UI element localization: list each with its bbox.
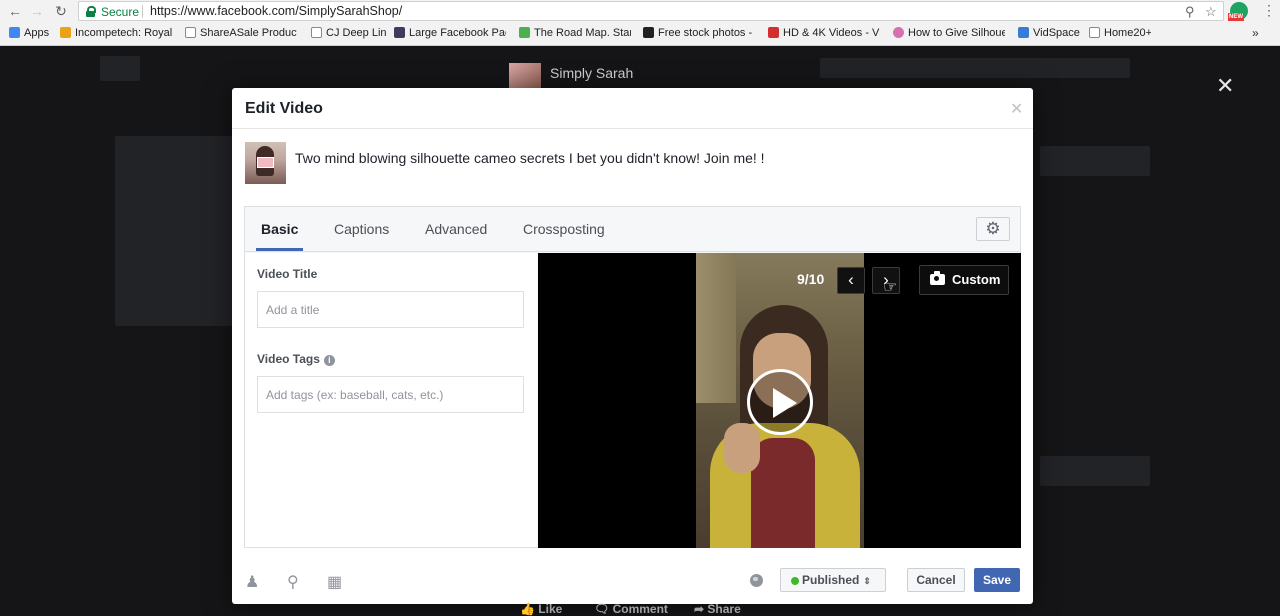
- publish-status-dropdown[interactable]: Published ⇕: [780, 568, 886, 592]
- bookmark-home20[interactable]: Home20+: [1089, 27, 1151, 41]
- site-icon: [394, 27, 405, 38]
- lock-icon: [86, 6, 96, 17]
- custom-label: Custom: [952, 272, 1001, 287]
- bookmark-vidspace[interactable]: VidSpace: [1018, 27, 1080, 41]
- edit-video-dialog: Edit Video ✕ Two mind blowing silhouette…: [232, 88, 1033, 604]
- save-button[interactable]: Save: [974, 568, 1020, 592]
- bookmark-star-icon[interactable]: ☆: [1205, 4, 1217, 20]
- close-overlay-icon[interactable]: ✕: [1216, 75, 1234, 97]
- extension-badge: NEW: [1228, 13, 1244, 21]
- info-icon[interactable]: i: [323, 355, 335, 366]
- page-icon: [311, 27, 322, 38]
- play-button-icon[interactable]: [747, 369, 813, 435]
- bg-nav-block: [820, 58, 1130, 78]
- video-title-label: Video Title: [257, 267, 318, 281]
- page-icon: [185, 27, 196, 38]
- globe-icon[interactable]: [750, 574, 763, 587]
- video-tags-input[interactable]: [257, 376, 524, 413]
- site-icon: [893, 27, 904, 38]
- browser-toolbar: ← → ↻ Secure https://www.facebook.com/Si…: [0, 0, 1280, 22]
- secure-label: Secure: [101, 5, 140, 19]
- dialog-close-icon[interactable]: ✕: [1010, 99, 1023, 119]
- browser-chrome: ← → ↻ Secure https://www.facebook.com/Si…: [0, 0, 1280, 46]
- bookmark-shareasale[interactable]: ShareASale Product D: [185, 27, 297, 41]
- video-tags-label: Video Tags: [257, 352, 320, 366]
- bg-right-block: [1040, 146, 1150, 176]
- tab-crossposting[interactable]: Crossposting: [523, 221, 605, 249]
- like-button[interactable]: 👍 Like: [520, 602, 562, 616]
- video-description[interactable]: Two mind blowing silhouette cameo secret…: [295, 150, 765, 166]
- mouse-cursor-icon: ☞: [883, 279, 898, 296]
- camera-icon: [643, 27, 654, 38]
- settings-gear-icon[interactable]: ⚙: [976, 217, 1010, 241]
- basic-form: Video Title Video Tagsi: [245, 253, 537, 547]
- bookmark-incompetech[interactable]: Incompetech: Royalty: [60, 27, 172, 41]
- apps-grid-icon: [9, 27, 20, 38]
- sort-arrows-icon: ⇕: [863, 576, 871, 586]
- share-button[interactable]: ➦ Share: [694, 602, 741, 616]
- url-text[interactable]: https://www.facebook.com/SimplySarahShop…: [150, 4, 402, 18]
- bookmark-cj-deep-link[interactable]: CJ Deep Link: [311, 27, 386, 41]
- zoom-icon[interactable]: ⚲: [1185, 4, 1195, 20]
- url-divider: [142, 5, 143, 18]
- status-dot-icon: [791, 577, 799, 585]
- tab-basic[interactable]: Basic: [256, 221, 304, 251]
- folder-icon: [60, 27, 71, 38]
- dialog-footer: ♟ ⚲ ▦ Published ⇕ Cancel Save: [232, 563, 1033, 604]
- thumbnail-counter: 9/10: [797, 271, 825, 287]
- bookmark-silhouette[interactable]: How to Give Silhouett: [893, 27, 1005, 41]
- video-title-input[interactable]: [257, 291, 524, 328]
- comment-button[interactable]: 🗨 Comment: [594, 602, 668, 616]
- bookmarks-more-icon[interactable]: »: [1252, 26, 1259, 40]
- bookmark-free-stock[interactable]: Free stock photos - Pe: [643, 27, 756, 41]
- custom-thumbnail-button[interactable]: Custom: [919, 265, 1009, 295]
- dialog-divider: [232, 128, 1033, 129]
- play-icon: [1018, 27, 1029, 38]
- tab-advanced[interactable]: Advanced: [425, 221, 487, 249]
- calendar-icon[interactable]: ▦: [327, 572, 342, 592]
- reload-icon[interactable]: ↻: [52, 2, 70, 20]
- cancel-button[interactable]: Cancel: [907, 568, 965, 592]
- forward-icon[interactable]: →: [28, 2, 46, 20]
- bookmarks-bar: Apps Incompetech: Royalty ShareASale Pro…: [0, 23, 1280, 45]
- video-icon: [768, 27, 779, 38]
- publish-status-label: Published: [802, 573, 860, 587]
- bookmark-apps[interactable]: Apps: [9, 27, 57, 41]
- bg-profile-block: [115, 136, 235, 326]
- bookmark-large-facebook[interactable]: Large Facebook Page: [394, 27, 506, 41]
- location-pin-icon[interactable]: ⚲: [287, 572, 299, 592]
- video-thumbnail: [245, 142, 286, 184]
- site-icon: [519, 27, 530, 38]
- camera-icon: [930, 271, 945, 285]
- browser-menu-icon[interactable]: ⋮: [1262, 2, 1276, 19]
- tab-captions[interactable]: Captions: [334, 221, 389, 249]
- video-editor-panel: Basic Captions Advanced Crossposting ⚙ V…: [244, 206, 1021, 548]
- page-name: Simply Sarah: [550, 65, 634, 81]
- bookmark-road-map[interactable]: The Road Map. Start: [519, 27, 631, 41]
- bg-logo-block: [100, 56, 140, 81]
- page-icon: [1089, 27, 1100, 38]
- bookmark-hd-videos[interactable]: HD & 4K Videos - Vid: [768, 27, 880, 41]
- back-icon[interactable]: ←: [6, 2, 24, 20]
- video-player[interactable]: 9/10 ‹ › ☞ Custom: [538, 253, 1021, 548]
- dialog-title: Edit Video: [245, 100, 323, 117]
- chevron-left-icon[interactable]: ‹: [837, 267, 865, 294]
- tag-people-icon[interactable]: ♟: [245, 572, 259, 592]
- editor-tabs: Basic Captions Advanced Crossposting ⚙: [245, 207, 1020, 252]
- video-tags-label-row: Video Tags i: [257, 352, 335, 366]
- address-bar[interactable]: Secure https://www.facebook.com/SimplySa…: [78, 1, 1224, 21]
- bg-right-block-2: [1040, 456, 1150, 486]
- post-action-bar: 👍 Like 🗨 Comment ➦ Share: [520, 602, 820, 616]
- extension-icon[interactable]: NEW: [1228, 2, 1248, 21]
